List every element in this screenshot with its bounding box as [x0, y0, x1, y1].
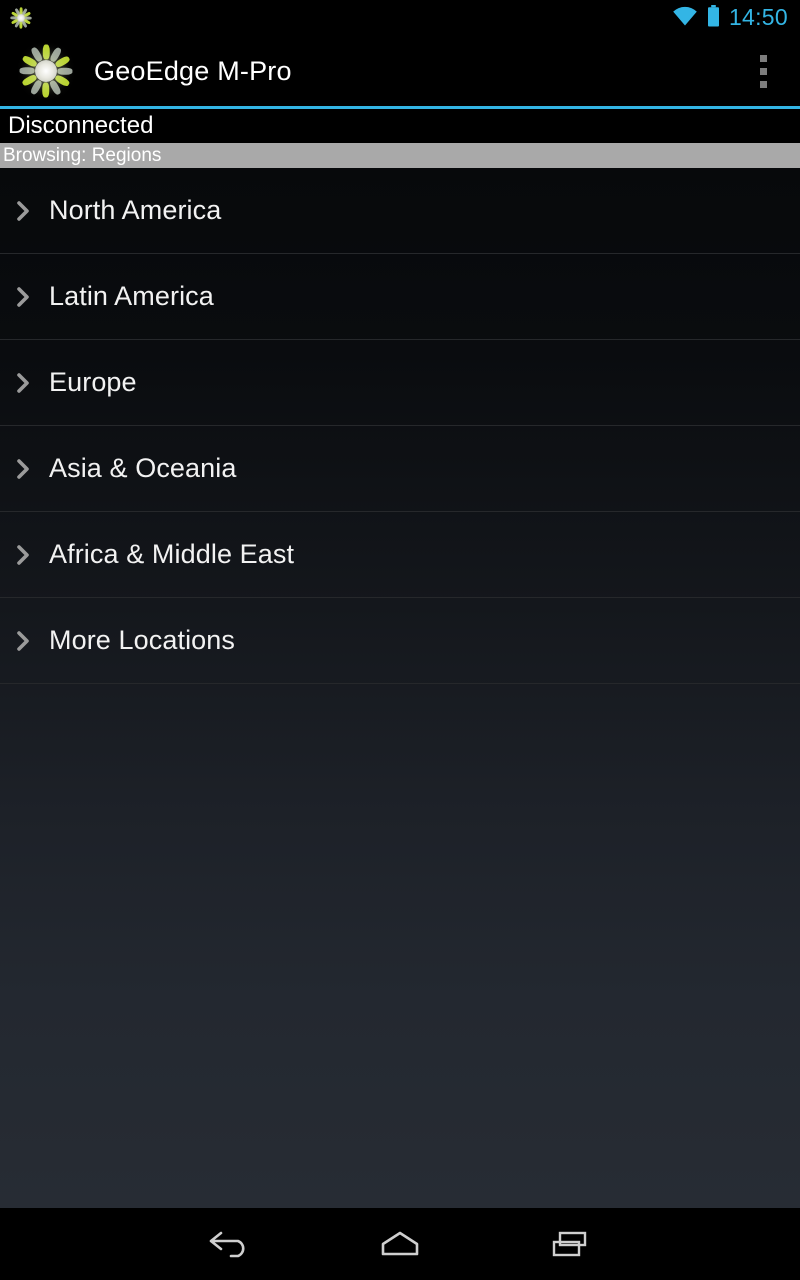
chevron-right-icon — [10, 198, 36, 224]
region-list-item-label: Europe — [49, 367, 137, 397]
app-burst-icon — [18, 43, 74, 99]
back-icon[interactable] — [145, 1208, 315, 1280]
app-burst-icon — [10, 7, 32, 29]
chevron-right-icon — [10, 542, 36, 568]
android-screen: 14:50 GeoEdge M-Pro Disconnected Browsin… — [0, 0, 800, 1280]
browsing-breadcrumb-label: Browsing: Regions — [3, 145, 162, 166]
burst-ray — [42, 82, 50, 98]
connection-status-bar: Disconnected — [0, 109, 800, 143]
overflow-menu-icon[interactable] — [740, 41, 786, 101]
region-list-item[interactable]: North America — [0, 168, 800, 254]
region-list-item-label: Latin America — [49, 281, 214, 311]
region-list-item-label: Asia & Oceania — [49, 453, 237, 483]
region-list-item[interactable]: Europe — [0, 340, 800, 426]
burst-core — [35, 60, 57, 82]
home-icon[interactable] — [315, 1208, 485, 1280]
region-list-item-label: More Locations — [49, 625, 235, 655]
region-list: North America Latin America Europe Asia & O… — [0, 168, 800, 684]
recents-icon[interactable] — [485, 1208, 655, 1280]
status-bar-system-icons: 14:50 — [672, 4, 788, 32]
chevron-right-icon — [10, 284, 36, 310]
burst-ray — [42, 44, 50, 60]
connection-status-text: Disconnected — [8, 112, 154, 139]
chevron-right-icon — [10, 370, 36, 396]
overflow-dot — [759, 54, 767, 62]
burst-ray — [19, 22, 23, 29]
region-list-item-label: Africa & Middle East — [49, 539, 295, 569]
region-list-item-label: North America — [49, 195, 222, 225]
browsing-breadcrumb: Browsing: Regions — [0, 143, 800, 168]
overflow-dot — [759, 67, 767, 75]
action-bar: GeoEdge M-Pro — [0, 36, 800, 106]
chevron-right-icon — [10, 456, 36, 482]
region-list-item[interactable]: Asia & Oceania — [0, 426, 800, 512]
burst-core — [17, 14, 25, 22]
region-list-item[interactable]: Africa & Middle East — [0, 512, 800, 598]
wifi-icon — [672, 6, 698, 31]
status-bar-clock: 14:50 — [728, 4, 788, 30]
content-area: North America Latin America Europe Asia & O… — [0, 168, 800, 1208]
burst-ray — [57, 67, 73, 75]
status-bar: 14:50 — [0, 0, 800, 36]
overflow-dot — [759, 80, 767, 88]
app-title: GeoEdge M-Pro — [94, 55, 292, 86]
battery-icon — [707, 4, 720, 32]
system-navigation-bar — [0, 1208, 800, 1280]
region-list-item[interactable]: More Locations — [0, 598, 800, 684]
burst-ray — [19, 67, 35, 75]
status-bar-notifications — [10, 7, 32, 29]
region-list-item[interactable]: Latin America — [0, 254, 800, 340]
chevron-right-icon — [10, 628, 36, 654]
